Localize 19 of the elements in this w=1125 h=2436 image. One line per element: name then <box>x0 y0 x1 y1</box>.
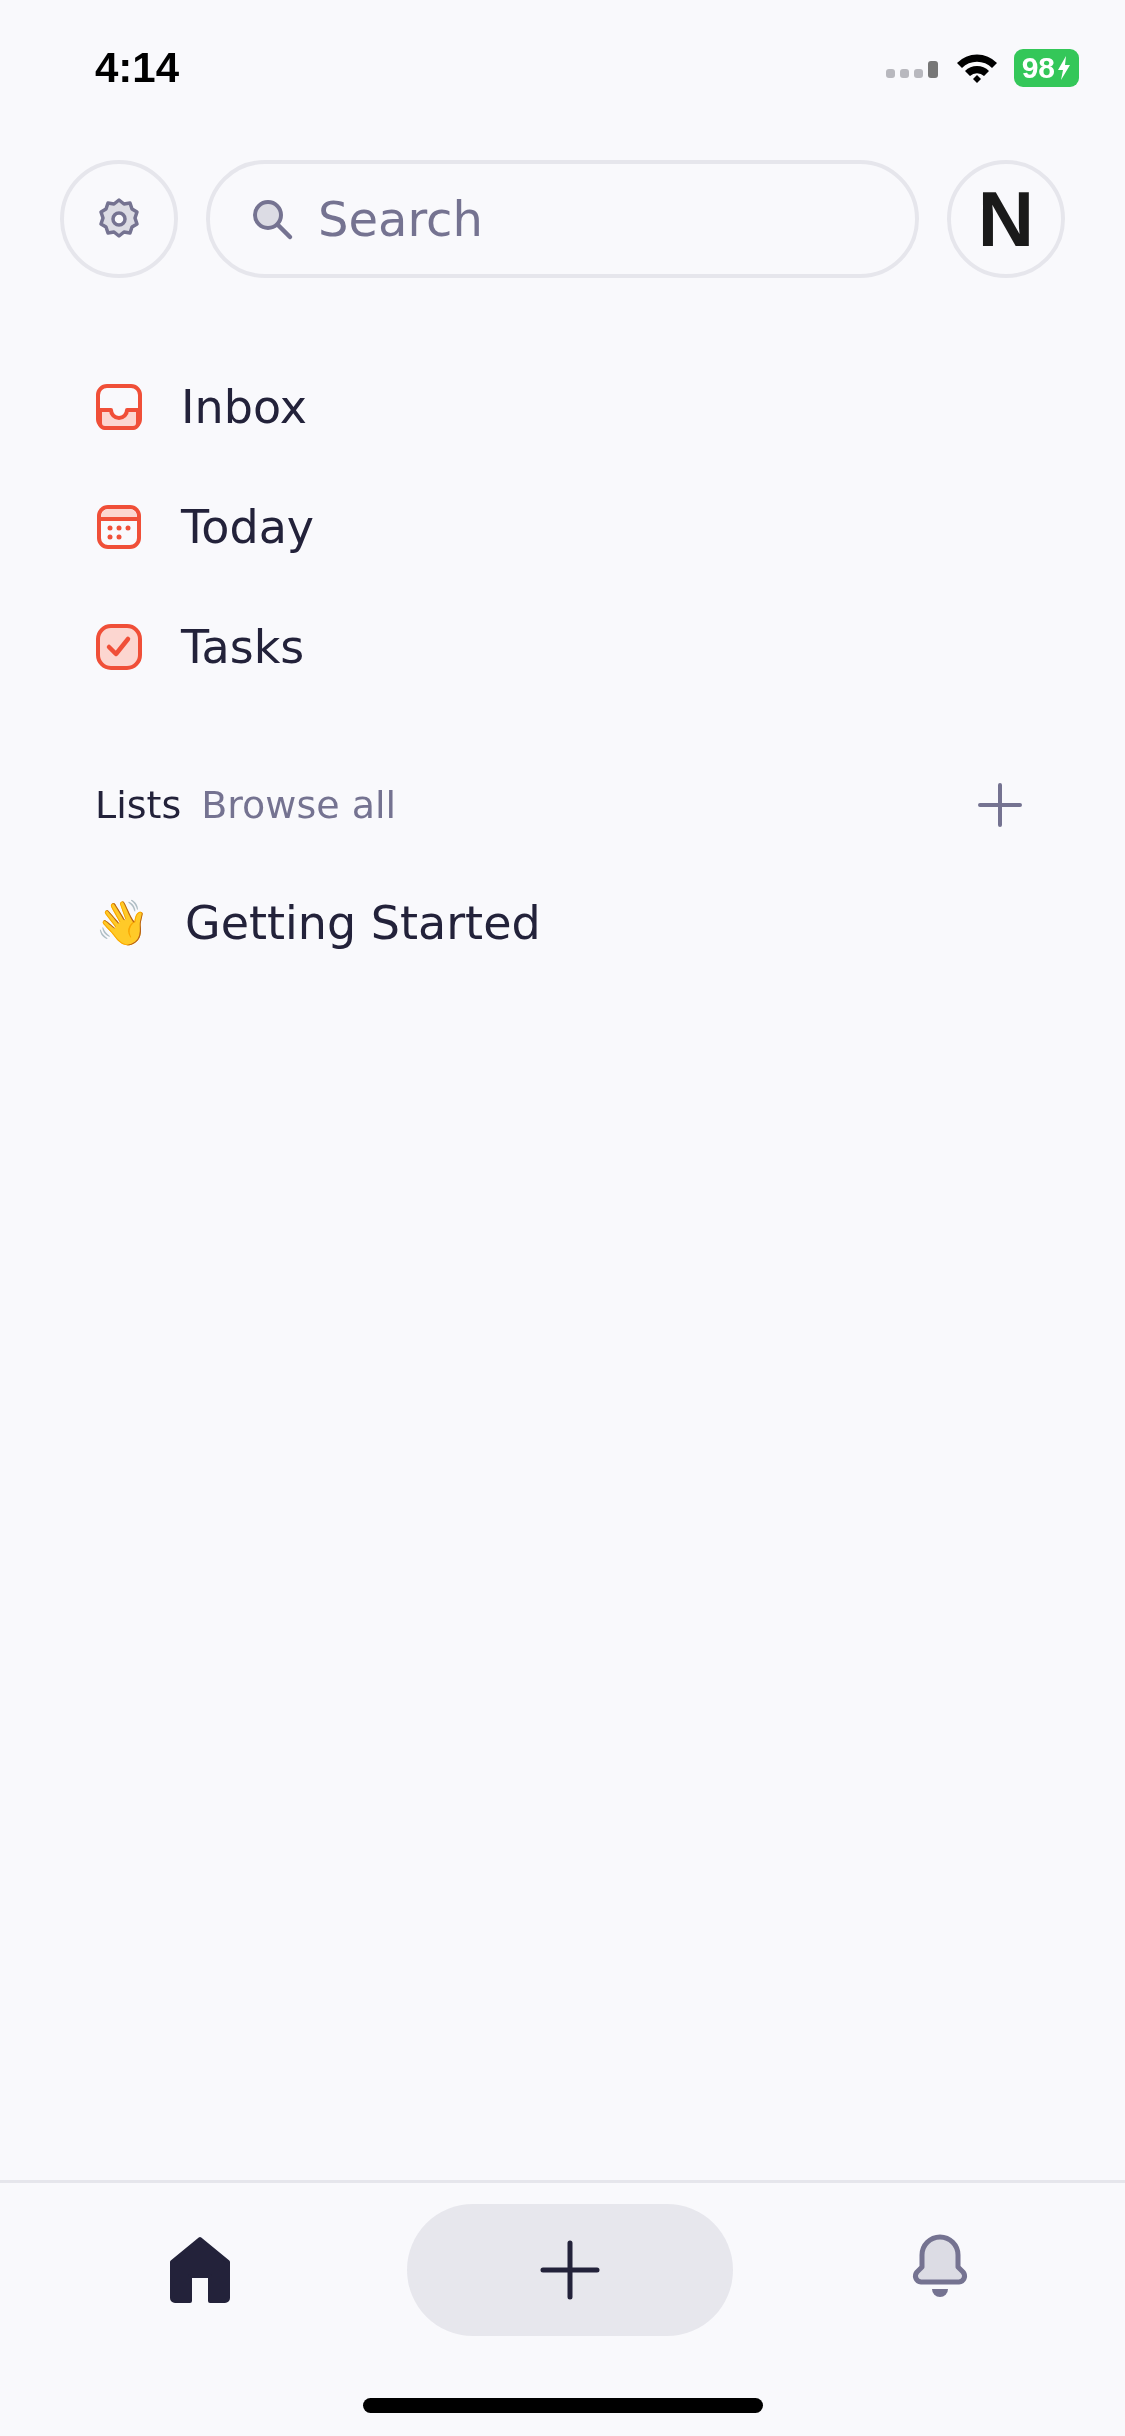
waving-hand-icon: 👋 <box>95 897 145 949</box>
list-item[interactable]: Getting Started <box>185 896 541 950</box>
home-tab-icon[interactable] <box>168 2235 232 2304</box>
calendar-icon <box>95 503 143 551</box>
battery-icon: 98 <box>1013 49 1079 87</box>
inbox-tray-icon <box>95 383 143 431</box>
search-icon <box>250 197 294 241</box>
section-title: Lists <box>95 783 182 827</box>
plus-icon <box>540 2239 600 2300</box>
nav-item[interactable]: Tasks <box>181 620 305 674</box>
plus-icon <box>977 782 1023 828</box>
bolt-icon <box>1057 56 1071 80</box>
nav-item[interactable]: Today <box>181 500 315 554</box>
browse-all-link[interactable]: Browse all <box>201 783 950 827</box>
profile-avatar[interactable]: N <box>947 160 1065 278</box>
nav-item[interactable]: Inbox <box>181 380 307 434</box>
checkbox-icon <box>95 623 143 671</box>
status-time: 4:14 <box>95 44 180 92</box>
search-field[interactable]: Search <box>206 160 919 278</box>
